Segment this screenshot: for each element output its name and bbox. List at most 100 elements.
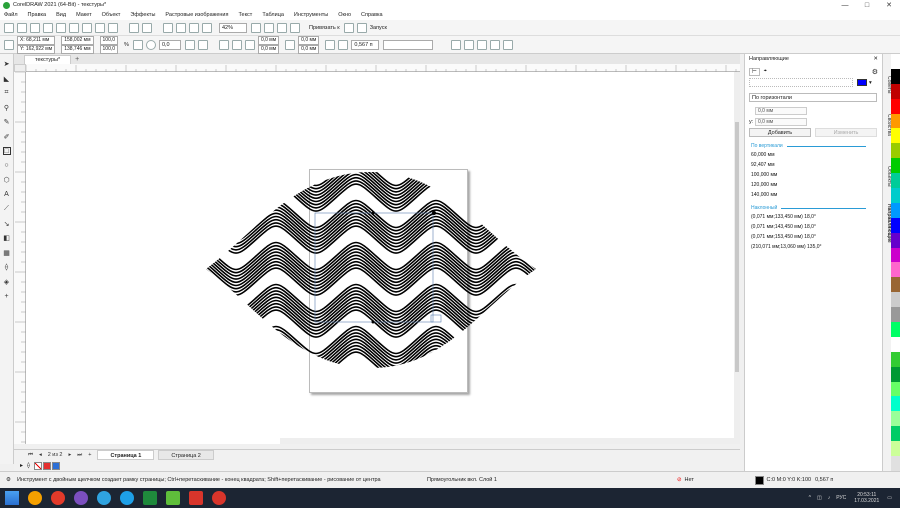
prev-page-icon[interactable]: ◂ xyxy=(39,452,42,458)
guide-line-style-select[interactable] xyxy=(749,78,853,87)
menu-tools[interactable]: Инструменты xyxy=(294,12,328,18)
palette-color-swatch[interactable] xyxy=(891,336,900,352)
freehand-tool-icon[interactable]: ✎ xyxy=(3,118,11,126)
horizontal-scrollbar[interactable] xyxy=(280,438,734,444)
undo-icon[interactable] xyxy=(129,22,139,33)
text-tool-icon[interactable]: A xyxy=(3,191,11,199)
last-page-icon[interactable]: ⏭ xyxy=(77,452,82,459)
cloud-upload-icon[interactable] xyxy=(56,22,66,33)
slanted-guide-item[interactable]: (210,071 мм;13,060 мм) 135,0° xyxy=(745,242,882,252)
palette-color-swatch[interactable] xyxy=(891,128,900,144)
connector-tool-icon[interactable]: ↘ xyxy=(3,220,11,228)
docker-close-icon[interactable]: ✕ xyxy=(873,54,882,64)
maximize-button[interactable]: □ xyxy=(856,2,878,9)
menu-object[interactable]: Объект xyxy=(102,12,121,18)
notifications-icon[interactable]: ▭ xyxy=(887,495,892,501)
horizontal-ruler[interactable] xyxy=(25,64,740,72)
to-front-icon[interactable] xyxy=(464,39,475,50)
palette-color-swatch[interactable] xyxy=(891,188,900,203)
zoom-level-select[interactable]: 42% xyxy=(219,22,247,33)
guide-color-swatch[interactable] xyxy=(857,79,867,86)
launch-dropdown[interactable]: Запуск xyxy=(370,25,387,31)
corner-radius-4-input[interactable]: 0,0 мм xyxy=(298,44,320,54)
interactive-fill-icon[interactable]: ◈ xyxy=(3,278,11,286)
snap-to-dropdown[interactable]: Привязать к xyxy=(309,25,340,31)
zoom-tool-icon[interactable]: ⚲ xyxy=(3,104,11,112)
print-icon[interactable] xyxy=(69,22,79,33)
palette-color-swatch[interactable] xyxy=(891,83,900,99)
palette-color-swatch[interactable] xyxy=(891,396,900,412)
lock-ratio-icon[interactable] xyxy=(132,39,143,50)
palette-color-swatch[interactable] xyxy=(891,98,900,114)
palette-color-swatch[interactable] xyxy=(891,381,900,397)
red-swatch[interactable] xyxy=(42,461,51,470)
blue-swatch[interactable] xyxy=(51,461,60,470)
palette-color-swatch[interactable] xyxy=(891,232,900,248)
import-icon[interactable] xyxy=(176,22,186,33)
palette-color-swatch[interactable] xyxy=(891,54,900,69)
relative-corner-scaling-icon[interactable] xyxy=(325,39,336,50)
settings-icon[interactable]: ⚙ xyxy=(6,477,11,483)
rectangle-tool-icon[interactable]: □ xyxy=(2,147,11,155)
corner-chamfer-icon[interactable] xyxy=(244,39,255,50)
recorder-icon[interactable] xyxy=(212,491,226,505)
height-input[interactable]: 138,746 мм xyxy=(61,44,94,54)
publish-pdf-icon[interactable] xyxy=(202,22,212,33)
to-back-icon[interactable] xyxy=(477,39,488,50)
language-indicator[interactable]: РУС xyxy=(836,495,846,501)
vertical-guide-item[interactable]: 120,000 мм xyxy=(745,180,882,190)
copy-icon[interactable] xyxy=(95,22,105,33)
search-icon[interactable] xyxy=(163,22,173,33)
corner-scallop-icon[interactable] xyxy=(231,39,242,50)
width-input[interactable]: 158,002 мм xyxy=(61,35,94,45)
x-position-input[interactable]: X: 68,211 мм xyxy=(17,35,56,45)
redo-icon[interactable] xyxy=(142,22,152,33)
minimize-button[interactable]: — xyxy=(834,2,856,9)
volume-icon[interactable]: ♪ xyxy=(828,495,831,501)
y-position-input[interactable]: Y: 162,922 мм xyxy=(17,44,56,54)
palette-color-swatch[interactable] xyxy=(891,173,900,189)
palette-color-swatch[interactable] xyxy=(891,143,900,159)
origin-icon[interactable] xyxy=(4,39,14,50)
full-screen-icon[interactable] xyxy=(251,22,261,33)
modify-guide-button[interactable]: Изменить xyxy=(815,128,877,137)
add-page-icon[interactable]: + xyxy=(88,452,91,458)
palette-color-swatch[interactable] xyxy=(891,307,900,323)
pick-tool-icon[interactable]: ➤ xyxy=(3,60,11,68)
cut-icon[interactable] xyxy=(82,22,92,33)
launch-icon[interactable] xyxy=(356,22,367,33)
save-icon[interactable] xyxy=(30,22,40,33)
node-handle[interactable] xyxy=(371,320,375,324)
corner-round-icon[interactable] xyxy=(218,39,229,50)
ellipse-tool-icon[interactable]: ○ xyxy=(3,162,11,170)
vertical-guide-item[interactable]: 92,407 мм xyxy=(745,160,882,170)
polygon-tool-icon[interactable]: ⬡ xyxy=(3,176,11,184)
menu-bitmaps[interactable]: Растровые изображения xyxy=(165,12,228,18)
vertical-guide-item[interactable]: 60,000 мм xyxy=(745,150,882,160)
palette-color-swatch[interactable] xyxy=(891,247,900,263)
artistic-media-icon[interactable]: ✐ xyxy=(3,133,11,141)
crop-tool-icon[interactable]: ⌗ xyxy=(3,89,11,97)
mirror-vertical-icon[interactable] xyxy=(197,39,208,50)
slanted-guide-item[interactable]: (0,071 мм;143,450 мм) 18,0° xyxy=(745,222,882,232)
palette-color-swatch[interactable] xyxy=(891,322,900,337)
vertical-guide-item[interactable]: 100,000 мм xyxy=(745,170,882,180)
wave-texture-artwork[interactable] xyxy=(26,72,734,444)
parallel-dimension-icon[interactable]: ⟋ xyxy=(3,205,11,213)
palette-color-swatch[interactable] xyxy=(891,411,900,427)
guide-snap-icon[interactable]: ⌖ xyxy=(764,68,767,75)
guide-orientation-select[interactable]: По горизонтали xyxy=(749,93,877,102)
palette-color-swatch[interactable] xyxy=(891,217,900,233)
excel-icon[interactable] xyxy=(143,491,157,505)
menu-text[interactable]: Текст xyxy=(238,12,252,18)
grid-icon[interactable] xyxy=(277,22,287,33)
corner-radius-1-input[interactable]: 0,0 мм xyxy=(257,35,280,45)
first-page-icon[interactable]: ⏮ xyxy=(28,452,33,459)
palette-color-swatch[interactable] xyxy=(891,456,900,471)
export-icon[interactable] xyxy=(189,22,199,33)
page-tab-1[interactable]: Страница 1 xyxy=(97,450,155,460)
cloud-icon[interactable] xyxy=(43,22,53,33)
vertical-scrollbar-thumb[interactable] xyxy=(735,122,739,372)
palette-color-swatch[interactable] xyxy=(891,292,900,308)
ruler-origin[interactable] xyxy=(14,64,26,72)
